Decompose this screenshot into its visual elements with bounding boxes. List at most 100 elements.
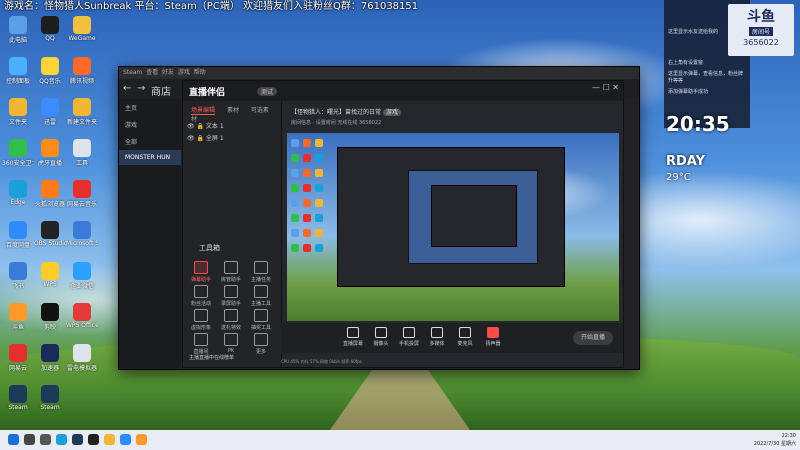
desktop-icon-label: 控制面板 [5,78,30,85]
tool-button[interactable]: 弹幕助手 [187,261,215,283]
tool-button[interactable]: 主播任务 [247,261,275,283]
toolbar-icon [403,327,415,338]
desktop-icon[interactable]: WeGame [66,16,98,42]
back-arrow-icon[interactable]: ← [123,83,131,94]
tool-icon [254,309,268,322]
tool-button[interactable]: 虚拟形象 [187,309,215,331]
app-icon [9,98,27,116]
preview-icon [303,229,311,237]
desktop-icon[interactable]: 斗鱼 [2,303,34,331]
desktop-icon[interactable]: QQ音乐 [34,57,66,85]
tool-button[interactable]: 主播工具 [247,285,275,307]
steam-icon[interactable] [72,434,83,445]
desktop-icon[interactable]: Steam [34,385,66,411]
desktop-icon-label: WPS [43,281,57,288]
taskview-icon[interactable] [40,434,51,445]
scene-item-fullscreen[interactable]: 👁 🔒 全屏 1 [187,133,224,142]
start-icon[interactable] [8,434,19,445]
tab-sources[interactable]: 素材 [227,107,239,114]
desktop-icon-label: OBS Studio [34,240,66,247]
app-icon [9,57,27,75]
desktop-icon[interactable]: 加速器 [34,344,66,372]
tool-button[interactable]: 录屏助手 [217,285,245,307]
qq-icon[interactable] [120,434,131,445]
tool-icon [194,261,208,274]
desktop-icon[interactable]: 雷电模拟器 [66,344,98,372]
scene-item-text[interactable]: 👁 🔒 文本 1 [187,121,224,130]
toolbar-button[interactable]: 扬声器 [481,327,505,347]
desktop-icon[interactable]: 文件夹 [2,98,34,126]
tool-button[interactable]: 更多 [247,333,275,355]
tool-button[interactable]: PK [217,333,245,354]
menu-item[interactable]: 游戏 [178,69,190,76]
start-live-button[interactable]: 开始直播 [573,331,613,345]
obs-icon[interactable] [88,434,99,445]
store-tab[interactable]: 商店 [151,83,171,98]
desktop-icon[interactable]: Edge [2,180,34,206]
preview-nested-window [408,170,538,264]
desktop-icon[interactable]: 360安全卫士 [2,139,34,167]
system-tray-clock[interactable]: 22:30 2022/7/30 星期六 [754,432,796,448]
desktop-icon[interactable]: 网易云音乐 [66,180,98,208]
toolbar-button[interactable]: 多媒体 [425,327,449,347]
menu-item[interactable]: 查看 [146,69,158,76]
toolbar-button[interactable]: 手机投屏 [397,327,421,347]
overlay-row: 右上角有设置窗 [668,60,704,66]
tool-button[interactable]: 抽奖工具 [247,309,275,331]
sidebar-item-games[interactable]: 游戏 [119,116,181,133]
search-icon[interactable] [24,434,35,445]
desktop-icon-label: 新建文件夹 [66,119,97,126]
desktop-icon[interactable]: QQ [34,16,66,42]
desktop-icon[interactable]: 虎牙直播 [34,139,66,167]
desktop-icon[interactable]: 新建文件夹 [66,98,98,126]
desktop-icon[interactable]: 剪映 [34,303,66,331]
desktop-icon-label: 网易云 [8,365,27,372]
window-controls[interactable]: — ☐ ✕ [592,83,619,92]
tool-button[interactable]: 粉丝活动 [187,285,215,307]
tool-button[interactable]: 送礼特效 [217,309,245,331]
sidebar-item-all[interactable]: 全部 [119,133,181,150]
tool-button[interactable]: 房管助手 [217,261,245,283]
forward-arrow-icon[interactable]: → [137,83,145,94]
preview-desktop-icons [289,137,329,257]
preview-icon [291,229,299,237]
preview-nested-window-2 [431,185,517,247]
toolbar-label: 多媒体 [429,341,445,347]
toolbar-button[interactable]: 直播屏幕 [341,327,365,347]
desktop-icon[interactable]: 百度网盘 [2,221,34,249]
desktop-icon[interactable]: 迅雷 [34,98,66,126]
douyu-icon[interactable] [136,434,147,445]
desktop-icon[interactable]: 此电脑 [2,16,34,44]
desktop-icon[interactable]: 控制面板 [2,57,34,85]
menu-item[interactable]: Steam [123,69,142,76]
sidebar-item-home[interactable]: 主页 [119,99,181,116]
desktop-icon[interactable]: WPS [34,262,66,288]
app-icon [9,221,27,239]
tool-button[interactable]: 直播间 [187,333,215,355]
stream-banner: 游戏名：怪物猎人Sunbreak 平台：Steam（PC端） 欢迎猎友们入驻粉丝… [4,1,419,12]
folder-icon[interactable] [104,434,115,445]
desktop-icon[interactable]: 企业微信 [66,262,98,290]
preview-icon [291,184,299,192]
menu-item[interactable]: 好友 [162,69,174,76]
desktop-icon[interactable]: 网易云 [2,344,34,372]
app-icon [41,262,59,280]
desktop-icon-label: 工具 [75,160,88,167]
desktop-icon-label: 剪映 [43,324,56,331]
desktop-icon[interactable]: 火狐浏览器 [34,180,66,208]
desktop-icon[interactable]: WPS Office [66,303,98,329]
desktop-icon[interactable]: 工具 [66,139,98,167]
desktop-icon[interactable]: 腾讯视频 [66,57,98,85]
toolbar-button[interactable]: 麦克风 [453,327,477,347]
stream-companion-window[interactable]: 直播伴侣 测试 — ☐ ✕ 场景编辑 素材 可选素材 👁 🔒 文本 1 👁 🔒 … [182,80,624,368]
toolbar-button[interactable]: 摄像头 [369,327,393,347]
edge-icon[interactable] [56,434,67,445]
desktop-icon[interactable]: 飞书 [2,262,34,290]
desktop-icon[interactable]: OBS Studio [34,221,66,247]
menu-item[interactable]: 帮助 [194,69,206,76]
desktop-icon[interactable]: Microsoft Store [66,221,98,247]
desktop-icon[interactable]: Steam [2,385,34,411]
preview-icon [315,244,323,252]
tab-scene-edit[interactable]: 场景编辑 [191,107,216,115]
sidebar-item-monster-hunter[interactable]: MONSTER HUN [119,150,181,165]
